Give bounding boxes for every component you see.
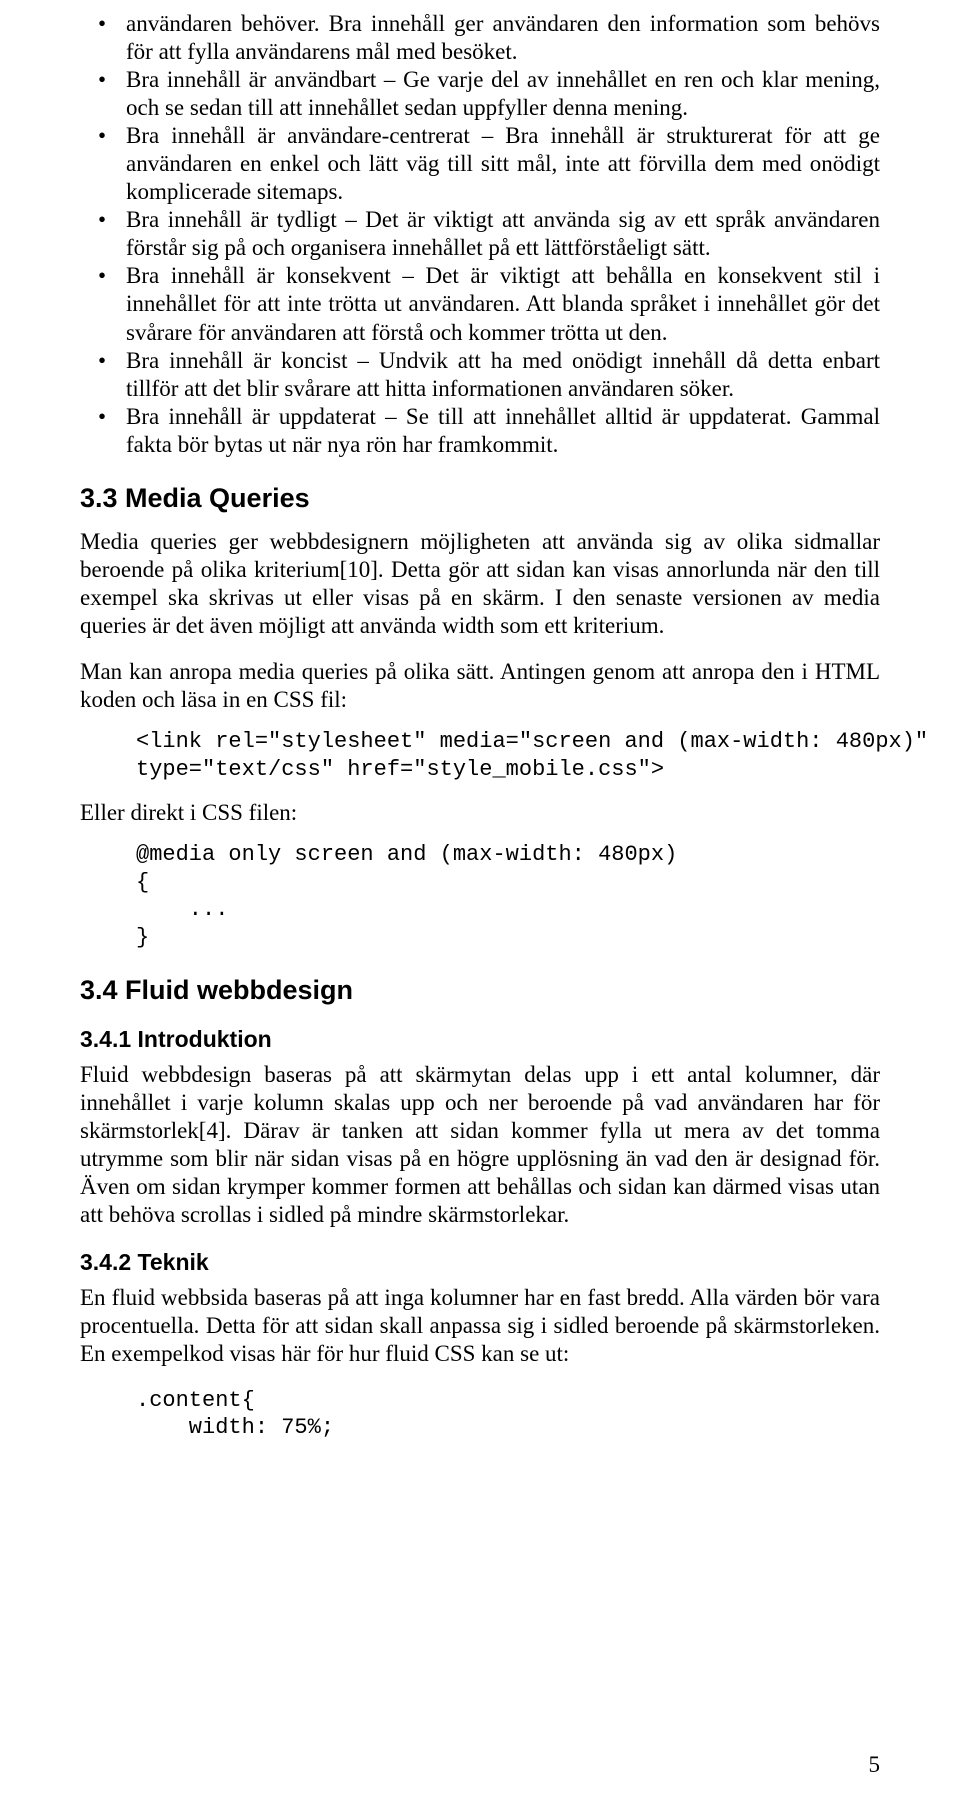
paragraph: En fluid webbsida baseras på att inga ko… <box>80 1284 880 1368</box>
heading-3-4-2: 3.4.2 Teknik <box>80 1249 880 1276</box>
list-item-text: Bra innehåll är konsekvent – Det är vikt… <box>126 263 880 344</box>
paragraph: Man kan anropa media queries på olika sä… <box>80 658 880 714</box>
list-item-text: Bra innehåll är koncist – Undvik att ha … <box>126 348 880 401</box>
page-number: 5 <box>869 1752 881 1778</box>
code-block: <link rel="stylesheet" media="screen and… <box>80 728 880 783</box>
list-item: Bra innehåll är koncist – Undvik att ha … <box>80 347 880 403</box>
heading-3-4: 3.4 Fluid webbdesign <box>80 975 880 1006</box>
list-item-text: Bra innehåll är tydligt – Det är viktigt… <box>126 207 880 260</box>
code-block: @media only screen and (max-width: 480px… <box>80 841 880 951</box>
bullet-list: användaren behöver. Bra innehåll ger anv… <box>80 10 880 459</box>
paragraph: Eller direkt i CSS filen: <box>80 799 880 827</box>
list-item-text: Bra innehåll är användbart – Ge varje de… <box>126 67 880 120</box>
list-item-text: användaren behöver. Bra innehåll ger anv… <box>126 11 880 64</box>
heading-3-3: 3.3 Media Queries <box>80 483 880 514</box>
list-item: Bra innehåll är tydligt – Det är viktigt… <box>80 206 880 262</box>
list-item: Bra innehåll är användbart – Ge varje de… <box>80 66 880 122</box>
list-item-text: Bra innehåll är användare-centrerat – Br… <box>126 123 880 204</box>
list-item: Bra innehåll är konsekvent – Det är vikt… <box>80 262 880 346</box>
list-item: Bra innehåll är uppdaterat – Se till att… <box>80 403 880 459</box>
paragraph: Fluid webbdesign baseras på att skärmyta… <box>80 1061 880 1229</box>
list-item: Bra innehåll är användare-centrerat – Br… <box>80 122 880 206</box>
paragraph: Media queries ger webbdesignern möjlighe… <box>80 528 880 640</box>
code-block: .content{ width: 75%; <box>80 1387 880 1442</box>
list-item-text: Bra innehåll är uppdaterat – Se till att… <box>126 404 880 457</box>
heading-3-4-1: 3.4.1 Introduktion <box>80 1026 880 1053</box>
document-page: användaren behöver. Bra innehåll ger anv… <box>0 0 960 1796</box>
list-item: användaren behöver. Bra innehåll ger anv… <box>80 10 880 66</box>
